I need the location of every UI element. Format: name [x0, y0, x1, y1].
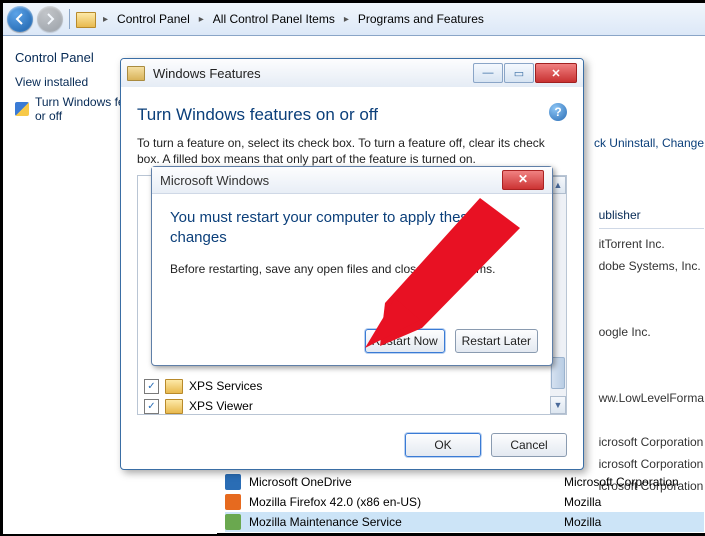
breadcrumb-item[interactable]: Control Panel	[111, 9, 196, 29]
program-publisher: Microsoft Corporation	[564, 475, 704, 489]
dialog-description: Before restarting, save any open files a…	[170, 262, 534, 276]
help-icon[interactable]: ?	[549, 103, 567, 121]
box-icon	[127, 66, 145, 81]
publisher-cell: ww.LowLevelForma	[599, 387, 704, 409]
program-name: Mozilla Maintenance Service	[249, 515, 556, 529]
shield-icon	[15, 102, 29, 116]
column-header[interactable]: ublisher	[599, 206, 704, 229]
breadcrumb-item[interactable]: Programs and Features	[352, 9, 490, 29]
dialog-title: Microsoft Windows	[160, 173, 502, 188]
publisher-cell	[599, 277, 704, 299]
close-button[interactable]: ✕	[535, 63, 577, 83]
window-controls: — ▭ ✕	[473, 63, 577, 83]
tree-item[interactable]: ✓ XPS Services	[144, 376, 262, 396]
tree-item[interactable]: ✓ XPS Viewer	[144, 396, 262, 416]
chevron-right-icon: ▸	[341, 14, 352, 25]
dialog-heading: You must restart your computer to apply …	[170, 208, 534, 248]
program-row[interactable]: Microsoft OneDrive Microsoft Corporation	[225, 472, 704, 492]
publisher-cell: oogle Inc.	[599, 321, 704, 343]
checkbox[interactable]: ✓	[144, 399, 159, 414]
dialog-titlebar[interactable]: Windows Features — ▭ ✕	[121, 59, 583, 87]
breadcrumb: ▸ Control Panel ▸ All Control Panel Item…	[100, 9, 490, 29]
ok-button[interactable]: OK	[405, 433, 481, 457]
dialog-title: Windows Features	[153, 66, 465, 81]
back-button[interactable]	[7, 6, 33, 32]
scroll-thumb[interactable]	[551, 357, 565, 389]
dialog-heading: Turn Windows features on or off	[137, 105, 567, 125]
sidebar-link-label: View installed	[15, 75, 88, 89]
maximize-button[interactable]: ▭	[504, 63, 534, 83]
restart-now-button[interactable]: Restart Now	[365, 329, 445, 353]
programs-list: Microsoft OneDrive Microsoft Corporation…	[225, 472, 704, 532]
dialog-description: To turn a feature on, select its check b…	[137, 135, 567, 167]
program-icon	[225, 514, 241, 530]
cancel-button[interactable]: Cancel	[491, 433, 567, 457]
publisher-cell	[599, 343, 704, 365]
program-row[interactable]: Mozilla Maintenance Service Mozilla	[225, 512, 704, 532]
forward-button[interactable]	[37, 6, 63, 32]
restart-later-button[interactable]: Restart Later	[455, 329, 538, 353]
folder-icon	[76, 12, 96, 28]
breadcrumb-item[interactable]: All Control Panel Items	[207, 9, 341, 29]
program-name: Mozilla Firefox 42.0 (x86 en-US)	[249, 495, 556, 509]
dialog-titlebar[interactable]: Microsoft Windows ✕	[152, 167, 552, 194]
publisher-cell	[599, 299, 704, 321]
publisher-cell	[599, 365, 704, 387]
publisher-cell	[599, 409, 704, 431]
tree-item-label: XPS Viewer	[189, 399, 253, 413]
restart-dialog: Microsoft Windows ✕ You must restart you…	[151, 166, 553, 366]
scroll-down-button[interactable]: ▼	[550, 396, 566, 414]
minimize-button[interactable]: —	[473, 63, 503, 83]
separator	[69, 9, 70, 29]
program-icon	[225, 494, 241, 510]
chevron-right-icon: ▸	[100, 14, 111, 25]
program-icon	[225, 474, 241, 490]
close-button[interactable]: ✕	[502, 170, 544, 190]
uninstall-text: ck Uninstall, Change	[594, 136, 704, 150]
program-publisher: Mozilla	[564, 515, 704, 529]
publisher-cell: icrosoft Corporation	[599, 431, 704, 453]
folder-icon	[165, 379, 183, 394]
publisher-cell: itTorrent Inc.	[599, 233, 704, 255]
program-publisher: Mozilla	[564, 495, 704, 509]
address-bar: ▸ Control Panel ▸ All Control Panel Item…	[3, 3, 705, 36]
chevron-right-icon: ▸	[196, 14, 207, 25]
publisher-cell: dobe Systems, Inc.	[599, 255, 704, 277]
tree-item-label: XPS Services	[189, 379, 262, 393]
publisher-column: ublisher itTorrent Inc. dobe Systems, In…	[599, 206, 704, 497]
program-row[interactable]: Mozilla Firefox 42.0 (x86 en-US) Mozilla	[225, 492, 704, 512]
folder-icon	[165, 399, 183, 414]
program-name: Microsoft OneDrive	[249, 475, 556, 489]
checkbox[interactable]: ✓	[144, 379, 159, 394]
